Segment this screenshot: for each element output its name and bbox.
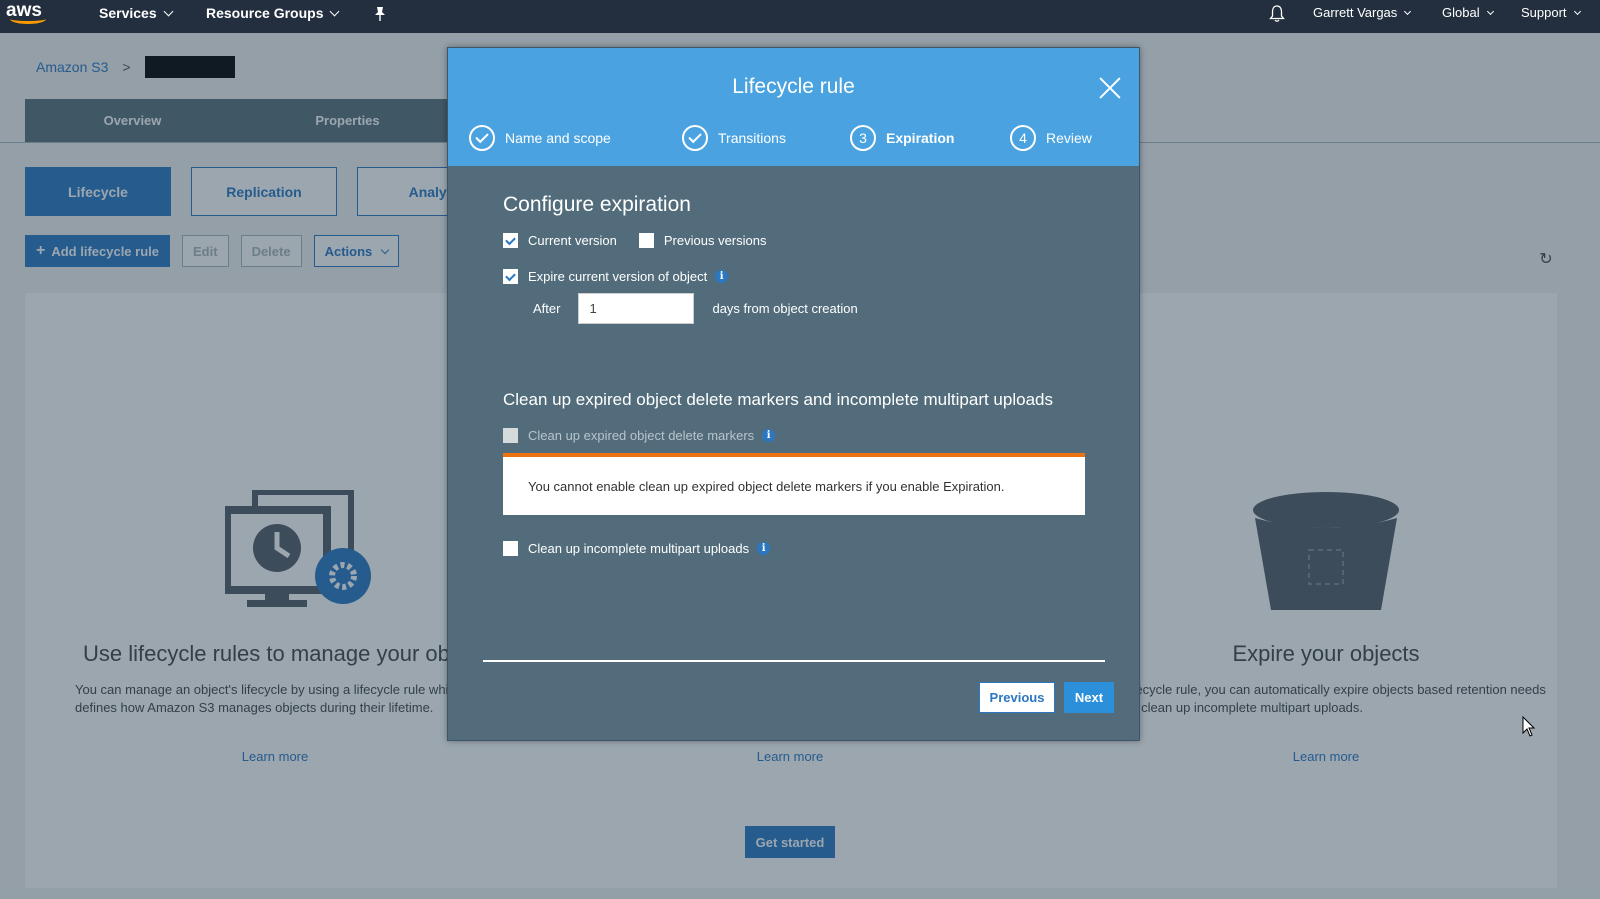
current-version-checkbox[interactable]	[503, 233, 518, 248]
region-menu[interactable]: Global	[1442, 0, 1494, 33]
expire-current-checkbox[interactable]	[503, 269, 518, 284]
user-name: Garrett Vargas	[1313, 5, 1398, 20]
check-circle-icon	[682, 125, 708, 151]
cleanup-markers-checkbox[interactable]	[503, 428, 518, 443]
pin-icon	[375, 7, 385, 21]
aws-logo[interactable]: aws	[4, 0, 48, 30]
region-label: Global	[1442, 5, 1480, 20]
chevron-down-icon	[1404, 7, 1412, 16]
previous-versions-label: Previous versions	[663, 233, 767, 248]
pin-button[interactable]	[373, 0, 387, 33]
chevron-down-icon	[163, 6, 174, 17]
info-icon[interactable]: i	[757, 542, 771, 555]
mouse-cursor-icon	[1522, 716, 1536, 737]
cleanup-markers-label: Clean up expired object delete markers	[528, 428, 755, 443]
resource-groups-label: Resource Groups	[206, 5, 324, 21]
notifications-button[interactable]	[1269, 0, 1285, 33]
chevron-down-icon	[1486, 7, 1494, 16]
top-navigation: aws Services Resource Groups Garrett Var…	[0, 0, 1600, 33]
days-suffix-label: days from object creation	[712, 301, 858, 316]
expiration-warning-alert: You cannot enable clean up expired objec…	[503, 453, 1085, 515]
services-label: Services	[99, 5, 157, 21]
step-label: Name and scope	[505, 130, 611, 146]
expiration-days-row: After 1 days from object creation	[533, 293, 858, 324]
bell-icon	[1269, 5, 1285, 22]
services-menu[interactable]: Services	[99, 0, 174, 33]
cleanup-multipart-label: Clean up incomplete multipart uploads	[528, 541, 750, 556]
previous-versions-checkbox[interactable]	[638, 233, 654, 248]
close-icon[interactable]	[1098, 76, 1122, 100]
chevron-down-icon	[1573, 7, 1581, 16]
step-label: Review	[1046, 130, 1092, 146]
user-menu[interactable]: Garrett Vargas	[1313, 0, 1412, 33]
step-number: 4	[1010, 125, 1036, 151]
cleanup-multipart-checkbox[interactable]	[503, 541, 518, 556]
step-expiration[interactable]: 3 Expiration	[850, 125, 954, 151]
cleanup-heading: Clean up expired object delete markers a…	[503, 390, 1053, 409]
step-label: Transitions	[718, 130, 786, 146]
resource-groups-menu[interactable]: Resource Groups	[206, 0, 340, 33]
chevron-down-icon	[330, 6, 340, 17]
info-icon[interactable]: i	[762, 429, 776, 442]
next-button[interactable]: Next	[1064, 682, 1114, 713]
step-transitions[interactable]: Transitions	[682, 125, 786, 151]
after-label: After	[533, 301, 561, 316]
cleanup-markers-option: Clean up expired object delete markers i	[503, 428, 776, 443]
step-label: Expiration	[886, 130, 955, 146]
step-name-and-scope[interactable]: Name and scope	[469, 125, 611, 151]
modal-header: Lifecycle rule Name and scope Transition…	[448, 48, 1139, 166]
check-circle-icon	[469, 125, 495, 151]
days-input[interactable]: 1	[578, 293, 695, 324]
expire-current-option[interactable]: Expire current version of object i	[503, 269, 729, 284]
modal-footer-divider	[483, 660, 1105, 662]
cleanup-multipart-option[interactable]: Clean up incomplete multipart uploads i	[503, 541, 771, 556]
expire-current-label: Expire current version of object	[528, 269, 708, 284]
previous-button[interactable]: Previous	[979, 682, 1055, 713]
warning-text: You cannot enable clean up expired objec…	[528, 478, 1005, 494]
aws-logo-smile	[10, 14, 46, 24]
support-label: Support	[1521, 5, 1567, 20]
step-review[interactable]: 4 Review	[1010, 125, 1092, 151]
current-version-label: Current version	[528, 233, 617, 248]
info-icon[interactable]: i	[715, 270, 729, 283]
lifecycle-rule-modal: Lifecycle rule Name and scope Transition…	[447, 47, 1140, 741]
support-menu[interactable]: Support	[1521, 0, 1581, 33]
current-version-option[interactable]: Current version Previous versions	[503, 233, 766, 248]
modal-title: Lifecycle rule	[732, 75, 855, 98]
step-number: 3	[850, 125, 876, 151]
configure-expiration-heading: Configure expiration	[503, 193, 691, 216]
